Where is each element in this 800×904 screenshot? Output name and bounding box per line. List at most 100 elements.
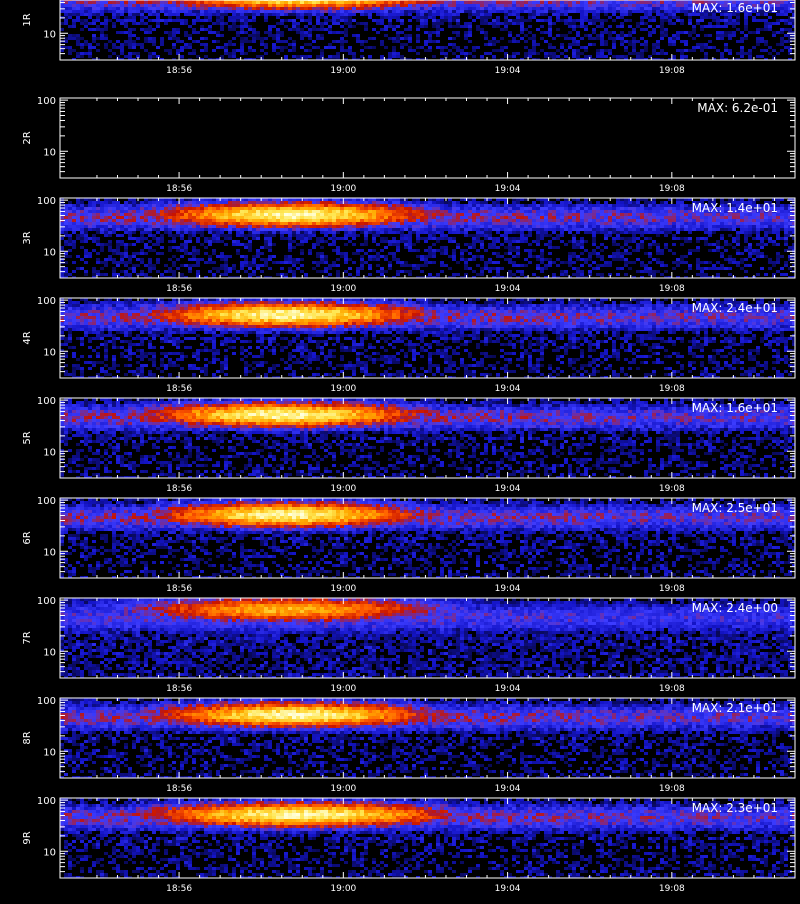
heat-cell: [244, 16, 248, 19]
heat-cell: [268, 216, 272, 219]
heat-cell: [388, 4, 392, 7]
heat-cell: [784, 13, 788, 16]
heat-cell: [444, 13, 448, 16]
heat-cell: [332, 55, 336, 58]
heat-cell: [564, 210, 568, 213]
heat-cell: [436, 216, 440, 219]
heat-cell: [684, 7, 688, 10]
heat-cell: [556, 19, 560, 22]
heat-cell: [336, 16, 340, 19]
heat-cell: [584, 201, 588, 204]
heat-cell: [600, 210, 604, 213]
heat-cell: [640, 10, 644, 13]
heat-cell: [388, 16, 392, 19]
heat-cell: [504, 13, 508, 16]
heat-cell: [476, 4, 480, 7]
heat-cell: [220, 213, 224, 216]
heat-cell: [432, 13, 436, 16]
heat-cell: [588, 216, 592, 219]
heat-cell: [676, 216, 680, 219]
heat-cell: [724, 22, 728, 25]
heat-cell: [384, 7, 388, 10]
heat-cell: [380, 210, 384, 213]
heat-cell: [320, 216, 324, 219]
heat-cell: [148, 219, 152, 222]
heat-cell: [588, 4, 592, 7]
heat-cell: [640, 7, 644, 10]
heat-cell: [212, 213, 216, 216]
heat-cell: [184, 219, 188, 222]
heat-cell: [220, 46, 224, 49]
heat-cell: [380, 1, 384, 4]
heat-cell: [720, 31, 724, 34]
heat-cell: [656, 210, 660, 213]
heat-cell: [552, 10, 556, 13]
heat-cell: [780, 10, 784, 13]
heat-cell: [608, 216, 612, 219]
heat-cell: [484, 52, 488, 55]
heat-cell: [568, 43, 572, 46]
heat-cell: [532, 201, 536, 204]
heat-cell: [288, 219, 292, 222]
heat-cell: [664, 34, 668, 37]
heat-cell: [312, 207, 316, 210]
heat-cell: [608, 4, 612, 7]
heat-cell: [620, 16, 624, 19]
heat-cell: [264, 219, 268, 222]
heat-cell: [148, 216, 152, 219]
heat-cell: [308, 7, 312, 10]
heat-cell: [616, 16, 620, 19]
heat-cell: [408, 207, 412, 210]
heat-cell: [656, 40, 660, 43]
heat-cell: [132, 46, 136, 49]
heat-cell: [564, 219, 568, 222]
heat-cell: [692, 219, 696, 222]
heat-cell: [132, 213, 136, 216]
heat-cell: [500, 37, 504, 40]
heat-cell: [588, 207, 592, 210]
heat-cell: [472, 13, 476, 16]
heat-cell: [468, 213, 472, 216]
heat-cell: [184, 10, 188, 13]
heat-cell: [332, 201, 336, 204]
heat-cell: [788, 4, 792, 7]
heat-cell: [360, 1, 364, 4]
heat-cell: [532, 4, 536, 7]
heat-cell: [412, 201, 416, 204]
heat-cell: [404, 10, 408, 13]
heat-cell: [172, 37, 176, 40]
heat-cell: [456, 13, 460, 16]
heat-cell: [568, 201, 572, 204]
heat-cell: [624, 201, 628, 204]
heat-cell: [428, 31, 432, 34]
heat-cell: [348, 10, 352, 13]
heat-cell: [384, 210, 388, 213]
heat-cell: [576, 52, 580, 55]
heat-cell: [76, 213, 80, 216]
heat-cell: [168, 10, 172, 13]
heat-cell: [788, 216, 792, 219]
heat-cell: [552, 22, 556, 25]
heat-cell: [572, 207, 576, 210]
heat-cell: [328, 204, 332, 207]
heat-cell: [660, 28, 664, 31]
heat-cell: [684, 210, 688, 213]
heat-cell: [280, 219, 284, 222]
heat-cell: [460, 25, 464, 28]
heat-cell: [320, 1, 324, 4]
heat-cell: [252, 210, 256, 213]
heat-cell: [144, 219, 148, 222]
heat-cell: [600, 52, 604, 55]
heat-cell: [784, 1, 788, 4]
heat-cell: [92, 213, 96, 216]
heat-cell: [104, 46, 108, 49]
heat-cell: [192, 204, 196, 207]
heat-cell: [132, 4, 136, 7]
heat-cell: [600, 49, 604, 52]
heat-cell: [92, 201, 96, 204]
heat-cell: [200, 201, 204, 204]
heat-cell: [536, 43, 540, 46]
heat-cell: [196, 210, 200, 213]
heat-cell: [540, 7, 544, 10]
heat-cell: [60, 222, 64, 225]
